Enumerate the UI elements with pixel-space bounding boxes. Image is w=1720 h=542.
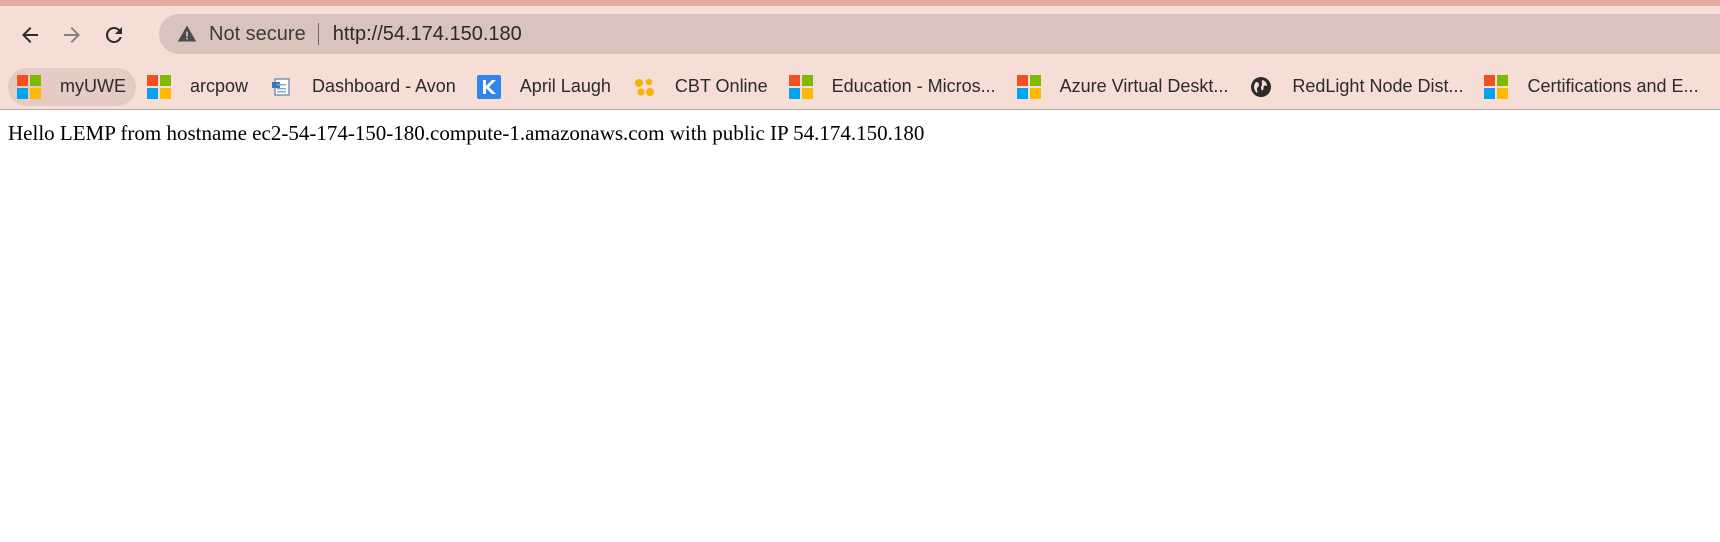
bookmark-truncated[interactable]: D — [1711, 68, 1720, 106]
bookmark-label: Education - Micros... — [831, 76, 996, 96]
globe-icon — [1248, 74, 1274, 100]
reload-icon — [105, 26, 122, 43]
bookmark-label: myUWE — [60, 76, 126, 96]
microsoft-logo-icon — [146, 74, 172, 100]
microsoft-logo-icon — [1016, 74, 1042, 100]
microsoft-logo-icon — [1483, 74, 1509, 100]
browser-toolbar: Not secure http://54.174.150.180 — [0, 6, 1720, 64]
bookmarks-bar: myUWE arcpow Dashboard - Avon April Laug… — [0, 64, 1720, 110]
bookmark-redlight-node[interactable]: RedLight Node Dist... — [1240, 68, 1473, 106]
dashboard-icon — [268, 74, 294, 100]
bookmark-label: arcpow — [190, 76, 249, 96]
back-button[interactable] — [10, 15, 50, 55]
bookmark-label: RedLight Node Dist... — [1292, 76, 1464, 96]
url-text[interactable]: http://54.174.150.180 — [333, 23, 522, 46]
bookmark-education-microsoft[interactable]: Education - Micros... — [780, 68, 1006, 106]
bookmark-arcpow[interactable]: arcpow — [138, 68, 258, 106]
bookmark-label: Dashboard - Avon — [312, 76, 456, 96]
page-content: Hello LEMP from hostname ec2-54-174-150-… — [0, 110, 1720, 157]
bookmark-dashboard-avon[interactable]: Dashboard - Avon — [260, 68, 466, 106]
warning-icon[interactable] — [177, 24, 197, 44]
microsoft-logo-icon — [788, 74, 814, 100]
bookmark-label: April Laugh — [519, 76, 611, 96]
bookmark-certifications[interactable]: Certifications and E... — [1475, 68, 1708, 106]
arrow-right-icon — [64, 27, 80, 43]
bookmark-april-laugh[interactable]: April Laugh — [468, 68, 621, 106]
reload-button[interactable] — [94, 15, 134, 55]
page-body-text: Hello LEMP from hostname ec2-54-174-150-… — [8, 121, 925, 145]
bookmark-myuwe[interactable]: myUWE — [8, 67, 136, 106]
microsoft-logo-icon — [16, 74, 42, 100]
bookmark-cbt-online[interactable]: CBT Online — [623, 68, 778, 106]
bookmark-label: CBT Online — [674, 76, 768, 96]
bookmark-label: Azure Virtual Deskt... — [1059, 76, 1229, 96]
bookmark-azure-virtual-desktop[interactable]: Azure Virtual Deskt... — [1008, 68, 1239, 106]
security-status-label[interactable]: Not secure — [209, 23, 306, 46]
address-divider — [317, 23, 319, 45]
arrow-left-icon — [22, 27, 38, 43]
cbt-icon — [631, 74, 657, 100]
address-bar[interactable]: Not secure http://54.174.150.180 — [159, 14, 1720, 54]
app-k-icon — [476, 74, 502, 100]
forward-button[interactable] — [52, 15, 92, 55]
bookmark-label: Certifications and E... — [1527, 76, 1699, 96]
